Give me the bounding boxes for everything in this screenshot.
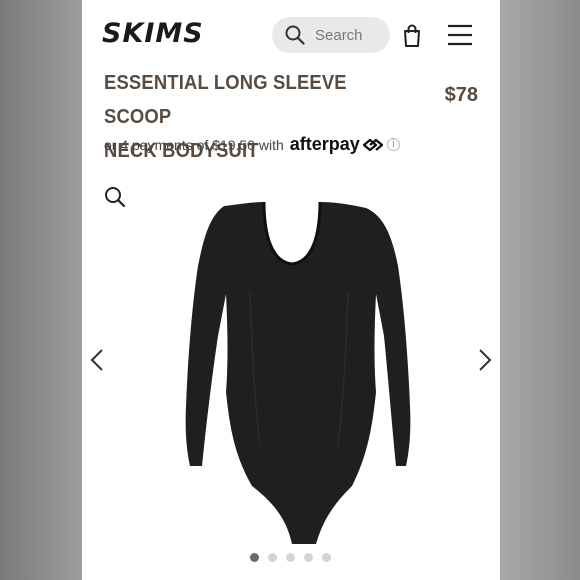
search-bar[interactable]: Search [272,17,390,53]
afterpay-installments: or 4 payments of $19.50 with afterpay i [104,134,400,155]
gallery-dot-4[interactable] [304,553,313,562]
product-price: $78 [444,84,478,106]
afterpay-arrows-icon [362,138,383,151]
gallery-dot-1[interactable] [250,553,259,562]
brand-logo[interactable]: SKIMS [102,18,204,49]
product-page: SKIMS Search ESSENTIAL LONG SLEEVE SCOOP… [82,0,500,580]
product-image[interactable] [152,196,432,546]
gallery-dot-2[interactable] [268,553,277,562]
search-icon [285,25,305,45]
chevron-right-icon[interactable] [478,348,492,372]
afterpay-logo[interactable]: afterpay [290,134,360,155]
gallery-dot-3[interactable] [286,553,295,562]
shopping-bag-icon[interactable] [402,22,422,48]
product-title-line1: ESSENTIAL LONG SLEEVE SCOOP [104,72,347,128]
zoom-icon[interactable] [104,186,126,208]
installments-text: or 4 payments of $19.50 with [104,136,284,153]
background-right [498,0,580,580]
background-left [0,0,82,580]
hamburger-menu-icon[interactable] [447,24,473,46]
chevron-left-icon[interactable] [90,348,104,372]
info-icon[interactable]: i [386,138,400,151]
gallery-dot-5[interactable] [322,553,331,562]
gallery-pagination [250,553,331,562]
search-placeholder: Search [315,26,363,44]
